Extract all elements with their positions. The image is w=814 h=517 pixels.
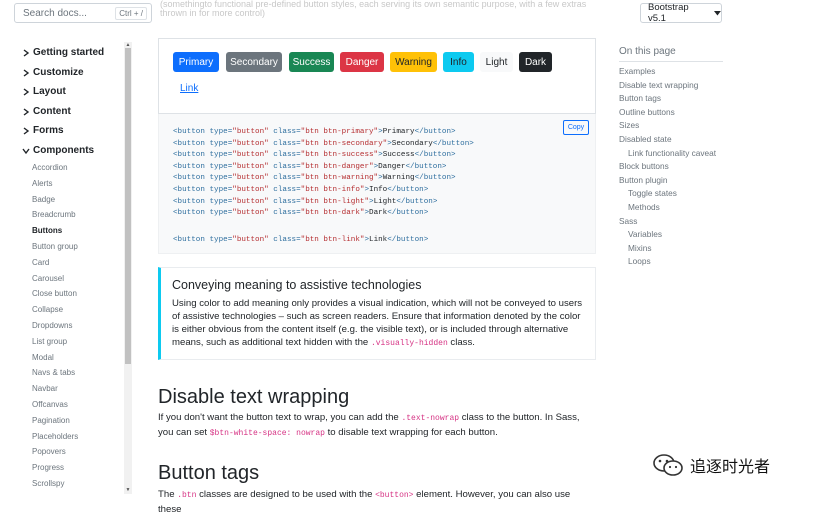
sidebar-item-accordion[interactable]: Accordion bbox=[32, 163, 68, 172]
inline-code: .text-nowrap bbox=[401, 414, 460, 423]
danger-button[interactable]: Danger bbox=[340, 52, 384, 72]
code-line: <button type="button" class="btn btn-sec… bbox=[173, 139, 474, 148]
toc-link-sass[interactable]: Sass bbox=[619, 216, 637, 226]
inline-code: .btn bbox=[177, 491, 197, 500]
paragraph-button-tags: The .btn classes are designed to be used… bbox=[158, 489, 571, 515]
caret-down-icon bbox=[714, 10, 721, 15]
toc-link-variables[interactable]: Variables bbox=[628, 229, 662, 239]
heading-disable-text-wrapping: Disable text wrapping bbox=[158, 386, 350, 408]
copy-button[interactable]: Copy bbox=[563, 120, 589, 135]
sidebar-item-placeholders[interactable]: Placeholders bbox=[32, 432, 78, 441]
toc-link-link-functionality-caveat[interactable]: Link functionality caveat bbox=[628, 148, 716, 158]
watermark-text: 追逐时光者 bbox=[690, 459, 771, 476]
inline-code: $btn-white-space: nowrap bbox=[209, 429, 325, 438]
sidebar-group-layout[interactable]: Layout bbox=[22, 86, 66, 97]
scroll-down-arrow-icon[interactable]: ▼ bbox=[125, 487, 131, 493]
sidebar-item-alerts[interactable]: Alerts bbox=[32, 179, 52, 188]
sidebar-item-badge[interactable]: Badge bbox=[32, 195, 55, 204]
code-line: <button type="button" class="btn btn-lin… bbox=[173, 235, 429, 244]
search-box[interactable]: Ctrl + / bbox=[14, 3, 152, 23]
warning-button[interactable]: Warning bbox=[390, 52, 437, 72]
heading-button-tags: Button tags bbox=[158, 462, 260, 484]
info-button[interactable]: Info bbox=[443, 52, 474, 72]
sidebar-item-close-button[interactable]: Close button bbox=[32, 289, 77, 298]
divider bbox=[619, 61, 723, 62]
code-line: <button type="button" class="btn btn-lig… bbox=[173, 197, 438, 206]
code-line: <button type="button" class="btn btn-inf… bbox=[173, 186, 429, 194]
sidebar-group-getting-started[interactable]: Getting started bbox=[22, 47, 104, 58]
version-dropdown[interactable]: Bootstrap v5.1 bbox=[640, 2, 722, 24]
code-snippet: Copy <button type="button" class="btn bt… bbox=[158, 114, 596, 254]
sidebar-item-breadcrumb[interactable]: Breadcrumb bbox=[32, 210, 76, 219]
accessibility-callout: Conveying meaning to assistive technolog… bbox=[158, 267, 596, 360]
toc-link-button-tags[interactable]: Button tags bbox=[619, 93, 661, 103]
toc-link-methods[interactable]: Methods bbox=[628, 202, 660, 212]
sidebar-item-scrollspy[interactable]: Scrollspy bbox=[32, 479, 64, 488]
sidebar-group-customize[interactable]: Customize bbox=[22, 67, 84, 78]
dark-button[interactable]: Dark bbox=[519, 52, 552, 72]
sidebar-group-forms[interactable]: Forms bbox=[22, 125, 64, 136]
chevron-right-icon bbox=[23, 107, 30, 116]
chevron-right-icon bbox=[23, 48, 30, 57]
toc-link-examples[interactable]: Examples bbox=[619, 66, 655, 76]
sidebar-item-navbar[interactable]: Navbar bbox=[32, 384, 58, 393]
toc-link-block-buttons[interactable]: Block buttons bbox=[619, 161, 669, 171]
code-line: <button type="button" class="btn btn-dar… bbox=[173, 209, 429, 218]
inline-code: .visually-hidden bbox=[370, 339, 448, 348]
sidebar-item-navs-tabs[interactable]: Navs & tabs bbox=[32, 368, 75, 377]
toc-link-mixins[interactable]: Mixins bbox=[628, 243, 652, 253]
sidebar-item-dropdowns[interactable]: Dropdowns bbox=[32, 321, 72, 330]
search-shortcut: Ctrl + / bbox=[115, 7, 147, 20]
watermark: 追逐时光者 bbox=[652, 453, 770, 477]
chevron-right-icon bbox=[23, 87, 30, 96]
sidebar-item-progress[interactable]: Progress bbox=[32, 463, 64, 472]
code-line: <button type="button" class="btn btn-pri… bbox=[173, 128, 456, 136]
sidebar-scroll-thumb[interactable] bbox=[125, 48, 131, 364]
wechat-icon bbox=[653, 454, 683, 476]
chevron-down-icon bbox=[22, 148, 30, 154]
light-button[interactable]: Light bbox=[480, 52, 513, 72]
on-this-page-title: On this page bbox=[619, 46, 676, 57]
chevron-right-icon bbox=[23, 68, 30, 77]
inline-code: <button> bbox=[375, 491, 414, 500]
sidebar-item-list-group[interactable]: List group bbox=[32, 337, 67, 346]
primary-button[interactable]: Primary bbox=[173, 52, 219, 72]
link-button[interactable]: Link bbox=[180, 83, 198, 94]
code-line: <button type="button" class="btn btn-suc… bbox=[173, 151, 456, 160]
sidebar-item-carousel[interactable]: Carousel bbox=[32, 274, 64, 283]
toc-link-button-plugin[interactable]: Button plugin bbox=[619, 175, 667, 185]
buttons-example: Primary Secondary Success Danger Warning… bbox=[158, 38, 596, 114]
toc-link-outline-buttons[interactable]: Outline buttons bbox=[619, 107, 675, 117]
code-line: <button type="button" class="btn btn-war… bbox=[173, 174, 456, 183]
sidebar-item-collapse[interactable]: Collapse bbox=[32, 305, 63, 314]
toc-link-disable-text-wrapping[interactable]: Disable text wrapping bbox=[619, 80, 698, 90]
sidebar-nav: Getting started Customize Layout Content… bbox=[0, 38, 124, 500]
sidebar-item-buttons[interactable]: Buttons bbox=[32, 226, 62, 235]
faded-intro-text: (somethingto functional pre-defined butt… bbox=[160, 0, 587, 18]
version-label: Bootstrap v5.1 bbox=[648, 2, 689, 24]
toc-link-disabled-state[interactable]: Disabled state bbox=[619, 134, 672, 144]
sidebar-item-offcanvas[interactable]: Offcanvas bbox=[32, 400, 68, 409]
sidebar-item-button-group[interactable]: Button group bbox=[32, 242, 78, 251]
callout-text: Using color to add meaning only provides… bbox=[172, 298, 583, 348]
secondary-button[interactable]: Secondary bbox=[226, 52, 282, 72]
sidebar-item-pagination[interactable]: Pagination bbox=[32, 416, 70, 425]
success-button[interactable]: Success bbox=[289, 52, 334, 72]
toc-link-toggle-states[interactable]: Toggle states bbox=[628, 188, 677, 198]
search-input[interactable] bbox=[15, 4, 123, 22]
sidebar-item-popovers[interactable]: Popovers bbox=[32, 447, 66, 456]
sidebar-group-components[interactable]: Components bbox=[22, 145, 94, 156]
toc-link-loops[interactable]: Loops bbox=[628, 256, 651, 266]
sidebar-item-modal[interactable]: Modal bbox=[32, 353, 54, 362]
callout-title: Conveying meaning to assistive technolog… bbox=[172, 278, 422, 292]
toc-link-sizes[interactable]: Sizes bbox=[619, 120, 639, 130]
chevron-right-icon bbox=[23, 126, 30, 135]
paragraph-disable-wrapping: If you don't want the button text to wra… bbox=[158, 412, 580, 438]
sidebar-item-card[interactable]: Card bbox=[32, 258, 49, 267]
code-line: <button type="button" class="btn btn-dan… bbox=[173, 162, 447, 171]
sidebar-group-content[interactable]: Content bbox=[22, 106, 71, 117]
